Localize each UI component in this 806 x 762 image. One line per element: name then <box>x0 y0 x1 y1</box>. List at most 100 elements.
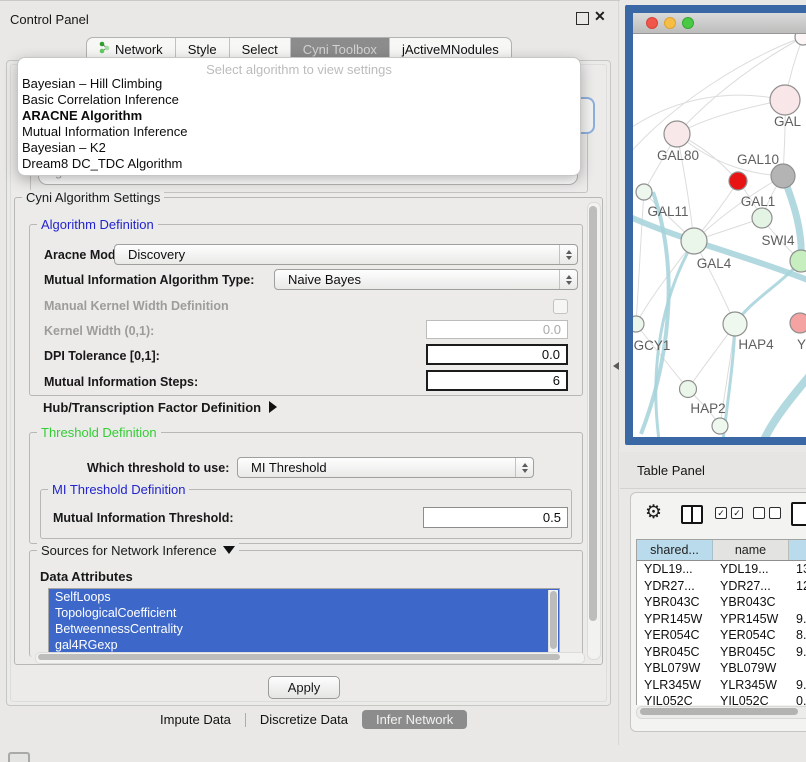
manual-kernel-checkbox[interactable] <box>553 299 568 314</box>
network-edge[interactable] <box>783 176 801 261</box>
table-cell[interactable]: YER054C <box>637 627 713 644</box>
table-cell[interactable]: YPR145W <box>637 611 713 628</box>
tab-discretize-data[interactable]: Discretize Data <box>246 710 362 729</box>
tab-impute-data[interactable]: Impute Data <box>146 710 245 729</box>
algorithm-option[interactable]: Basic Correlation Inference <box>21 92 577 108</box>
network-node-swi4[interactable] <box>790 250 806 272</box>
close-traffic-light-icon[interactable] <box>646 17 658 29</box>
select-all-columns-icon[interactable]: ✓✓ <box>715 507 743 519</box>
network-node-hap4[interactable] <box>723 312 747 336</box>
attribute-item[interactable]: TopologicalCoefficient <box>49 605 559 621</box>
table-cell[interactable]: YIL052C <box>713 693 789 705</box>
network-edge[interactable] <box>764 374 806 437</box>
network-node-gal11[interactable] <box>636 184 652 200</box>
close-icon[interactable]: ✕ <box>594 8 606 25</box>
hub-section-toggle[interactable]: Hub/Transcription Factor Definition <box>43 400 277 415</box>
panel-divider[interactable] <box>618 1 619 745</box>
network-node-hap2[interactable] <box>680 381 697 398</box>
attribute-item[interactable]: BetweennessCentrality <box>49 621 559 637</box>
columns-icon[interactable] <box>681 505 703 524</box>
algorithm-option[interactable]: Bayesian – K2 <box>21 140 577 156</box>
table-row[interactable]: YDL19...YDL19...13 <box>637 561 806 578</box>
table-cell[interactable]: 8. <box>789 627 806 644</box>
scrollbar-thumb[interactable] <box>38 654 560 660</box>
data-attributes-list[interactable]: SelfLoopsTopologicalCoefficientBetweenne… <box>48 588 560 656</box>
table-cell[interactable]: YLR345W <box>713 677 789 694</box>
export-table-icon[interactable] <box>791 502 806 526</box>
table-cell[interactable]: YER054C <box>713 627 789 644</box>
table-row[interactable]: YBR043CYBR043C <box>637 594 806 611</box>
deselect-all-columns-icon[interactable] <box>753 507 781 519</box>
network-node-gcy1[interactable] <box>633 316 644 332</box>
table-cell[interactable]: 0. <box>789 693 806 705</box>
table-cell[interactable]: YBL079W <box>637 660 713 677</box>
minimize-traffic-light-icon[interactable] <box>664 17 676 29</box>
network-view-window[interactable]: GALGAL80GAL10GAL11GAL1GAL4SWI4GCY1HAP4YH… <box>625 5 806 445</box>
column-header[interactable]: shared... <box>637 540 713 560</box>
table-cell[interactable]: YDR27... <box>637 578 713 595</box>
table-row[interactable]: YBL079WYBL079W <box>637 660 806 677</box>
gear-icon[interactable]: ⚙ <box>645 502 662 524</box>
table-cell[interactable]: YBR045C <box>637 644 713 661</box>
table-cell[interactable]: YPR145W <box>713 611 789 628</box>
table-cell[interactable]: 13 <box>789 561 806 578</box>
table-horizontal-scrollbar[interactable] <box>636 706 806 719</box>
table-cell[interactable]: YBR043C <box>637 594 713 611</box>
column-header[interactable]: A <box>789 540 806 560</box>
dpi-tolerance-field[interactable]: 0.0 <box>426 344 568 365</box>
table-row[interactable]: YER054CYER054C8. <box>637 627 806 644</box>
attribute-item[interactable]: gal4RGexp <box>49 637 559 653</box>
table-row[interactable]: YLR345WYLR345W9. <box>637 677 806 694</box>
table-cell[interactable]: YDL19... <box>637 561 713 578</box>
split-collapse-arrow-icon[interactable] <box>613 362 619 370</box>
table-cell[interactable]: 9. <box>789 677 806 694</box>
sources-group-title[interactable]: Sources for Network Inference <box>37 543 239 558</box>
table-row[interactable]: YBR045CYBR045C9. <box>637 644 806 661</box>
attribute-item[interactable]: SelfLoops <box>49 589 559 605</box>
network-node[interactable] <box>729 172 747 190</box>
table-row[interactable]: YPR145WYPR145W9. <box>637 611 806 628</box>
table-cell[interactable]: 12 <box>789 578 806 595</box>
settings-vertical-scrollbar[interactable] <box>587 202 601 660</box>
table-cell[interactable] <box>789 660 806 677</box>
network-node-y[interactable] <box>790 313 806 333</box>
scrollbar-thumb[interactable] <box>550 591 557 649</box>
apply-button[interactable]: Apply <box>268 676 340 699</box>
network-canvas[interactable]: GALGAL80GAL10GAL11GAL1GAL4SWI4GCY1HAP4YH… <box>633 34 806 437</box>
float-window-icon[interactable] <box>576 12 589 25</box>
table-cell[interactable]: 9. <box>789 644 806 661</box>
network-window-titlebar[interactable] <box>633 13 806 34</box>
algorithm-option[interactable]: ARACNE Algorithm <box>21 108 577 124</box>
table-cell[interactable]: YBL079W <box>713 660 789 677</box>
mi-threshold-field[interactable]: 0.5 <box>423 507 568 528</box>
which-threshold-select[interactable]: MI Threshold <box>237 457 534 478</box>
table-cell[interactable]: YDL19... <box>713 561 789 578</box>
tab-infer-network[interactable]: Infer Network <box>362 710 467 729</box>
table-row[interactable]: YDR27...YDR27...12 <box>637 578 806 595</box>
mi-type-select[interactable]: Naive Bayes <box>274 269 578 290</box>
table-cell[interactable]: YLR345W <box>637 677 713 694</box>
attributes-scrollbar[interactable] <box>548 590 558 652</box>
network-node-gal4[interactable] <box>681 228 707 254</box>
network-node[interactable] <box>795 34 806 45</box>
table-cell[interactable]: YBR045C <box>713 644 789 661</box>
scrollbar-thumb[interactable] <box>589 206 597 621</box>
table-cell[interactable]: YDR27... <box>713 578 789 595</box>
network-node-gal[interactable] <box>770 85 800 115</box>
algorithm-option[interactable]: Dream8 DC_TDC Algorithm <box>21 156 577 172</box>
network-node-gal10[interactable] <box>771 164 795 188</box>
aracne-mode-select[interactable]: Discovery <box>114 244 578 265</box>
network-node-gal80[interactable] <box>664 121 690 147</box>
network-edge[interactable] <box>735 261 801 324</box>
algorithm-option[interactable]: Bayesian – Hill Climbing <box>21 76 577 92</box>
scrollbar-thumb[interactable] <box>640 708 798 715</box>
table-cell[interactable]: YIL052C <box>637 693 713 705</box>
column-header[interactable]: name <box>713 540 789 560</box>
settings-horizontal-scrollbar[interactable] <box>35 652 585 664</box>
network-node[interactable] <box>712 418 728 434</box>
zoom-traffic-light-icon[interactable] <box>682 17 694 29</box>
network-edge[interactable] <box>633 216 806 284</box>
network-node-gal1[interactable] <box>752 208 772 228</box>
table-row[interactable]: YIL052CYIL052C0. <box>637 693 806 705</box>
network-edge[interactable] <box>633 95 785 129</box>
